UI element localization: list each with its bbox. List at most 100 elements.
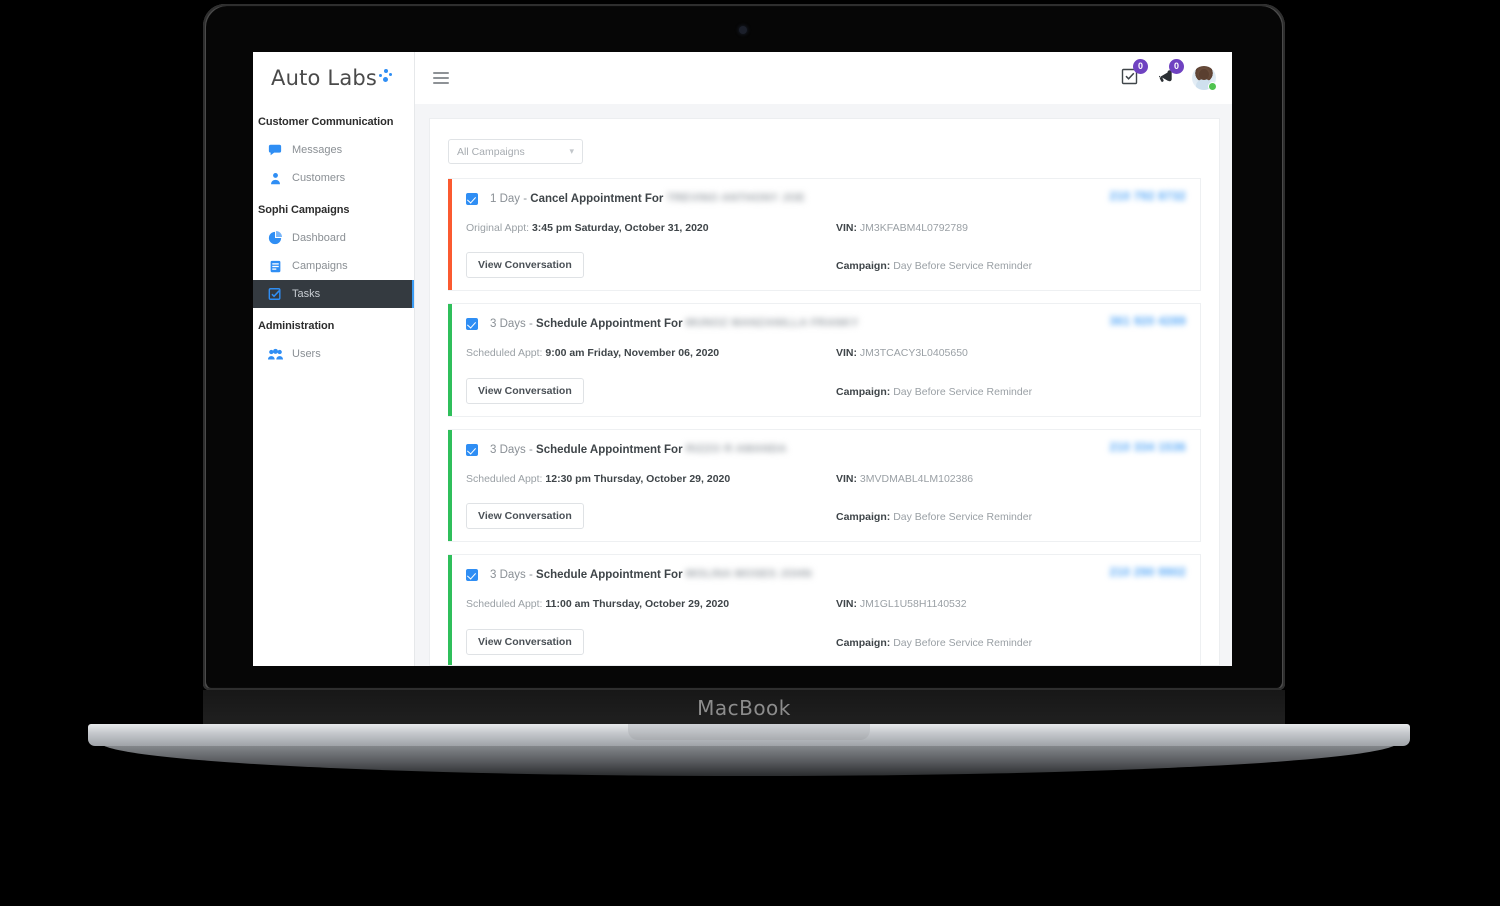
task-card-body: 3 Days - Schedule Appointment For MUNOZ … [452, 304, 1200, 415]
task-phone-link[interactable]: 210 334 1536 [1110, 442, 1186, 454]
tasks-badge: 0 [1133, 58, 1148, 74]
sidebar-item-campaigns[interactable]: Campaigns [253, 252, 414, 280]
users-icon [267, 346, 283, 362]
sidebar-item-label: Users [292, 348, 321, 360]
task-campaign-label: Campaign: [836, 636, 891, 649]
sidebar-item-users[interactable]: Users [253, 340, 414, 368]
topbar: 0 0 [415, 52, 1232, 104]
sidebar-item-label: Messages [292, 144, 343, 156]
sidebar-item-tasks[interactable]: Tasks [253, 280, 414, 308]
macbook-mockup: Auto Labs Customer Communication Message… [0, 0, 1500, 906]
task-title: 1 Day - Cancel Appointment For TREVINO A… [490, 192, 805, 205]
task-campaign: Campaign: Day Before Service Reminder [836, 510, 1186, 526]
task-vin-label: VIN: [836, 347, 857, 360]
task-vin: VIN: 3MVDMABL4LM102386 [836, 472, 1186, 488]
view-conversation-button[interactable]: View Conversation [466, 377, 584, 404]
nav-section-sophi-campaigns: Sophi Campaigns Dashboard Campaigns Task… [253, 192, 414, 308]
task-campaign-value: Day Before Service Reminder [893, 636, 1033, 649]
task-checkbox[interactable] [466, 193, 478, 205]
tasks-button[interactable]: 0 [1120, 58, 1148, 91]
task-checkbox[interactable] [466, 318, 478, 331]
sidebar-item-label: Customers [292, 172, 346, 184]
task-campaign-label: Campaign: [836, 385, 891, 398]
nav-section-label: Administration [258, 320, 335, 332]
task-appointment: Scheduled Appt: 12:30 pm Thursday, Octob… [466, 472, 836, 488]
task-action: Cancel Appointment For [530, 193, 664, 205]
document-icon [267, 258, 283, 274]
task-checkbox[interactable] [466, 443, 478, 456]
task-vin-value: 3MVDMABL4LM102386 [859, 472, 974, 485]
campaign-filter-value: All Campaigns [457, 145, 525, 158]
task-customer-name: RIZZO R AMANDA [685, 442, 787, 455]
view-conversation-button[interactable]: View Conversation [466, 503, 584, 530]
task-vin-value: JM3TCACY3L0405650 [859, 347, 968, 360]
task-vin-value: JM3KFABM4L0792789 [859, 221, 968, 234]
view-conversation-button[interactable]: View Conversation [466, 628, 584, 655]
campaign-filter-select[interactable]: All Campaigns ▾ [448, 139, 583, 164]
task-appointment-label: Original Appt: [466, 221, 530, 234]
task-card-body: 3 Days - Schedule Appointment For MOLINA… [452, 555, 1200, 665]
app-screen: Auto Labs Customer Communication Message… [253, 52, 1232, 666]
task-phone-link[interactable]: 210 792 8732 [1110, 191, 1186, 203]
topbar-actions: 0 0 [1120, 58, 1217, 91]
webcam-icon [739, 26, 747, 34]
task-phone-link[interactable]: 361 920 4289 [1110, 316, 1186, 328]
task-phone-link[interactable]: 210 290 9902 [1110, 567, 1186, 579]
task-title: 3 Days - Schedule Appointment For RIZZO … [490, 442, 787, 456]
task-due: 3 Days [490, 318, 526, 331]
task-title: 3 Days - Schedule Appointment For MOLINA… [490, 568, 812, 582]
pie-chart-icon [267, 230, 283, 246]
sidebar-item-label: Dashboard [292, 232, 346, 244]
task-card: 3 Days - Schedule Appointment For RIZZO … [448, 428, 1201, 543]
task-card-body: 1 Day - Cancel Appointment For TREVINO A… [452, 179, 1200, 290]
content-area: All Campaigns ▾ 1 Day - Cancel Appointme… [415, 104, 1232, 666]
task-campaign-label: Campaign: [836, 511, 891, 524]
task-card: 3 Days - Schedule Appointment For MUNOZ … [448, 303, 1201, 417]
avatar[interactable] [1192, 66, 1217, 91]
task-appointment: Scheduled Appt: 9:00 am Friday, November… [466, 346, 836, 362]
task-action: Schedule Appointment For [536, 318, 683, 331]
task-campaign-value: Day Before Service Reminder [893, 260, 1033, 273]
task-vin: VIN: JM3TCACY3L0405650 [836, 346, 1186, 362]
brand-dots-icon [379, 68, 393, 88]
sidebar-item-label: Campaigns [292, 260, 348, 272]
sidebar-item-label: Tasks [292, 288, 321, 300]
brand-name: Auto Labs [271, 66, 378, 90]
announcements-button[interactable]: 0 [1156, 58, 1184, 91]
task-checkbox[interactable] [466, 569, 478, 582]
task-due: 3 Days [490, 569, 526, 582]
sidebar-item-customers[interactable]: Customers [253, 164, 414, 192]
task-title: 3 Days - Schedule Appointment For MUNOZ … [490, 317, 859, 331]
brand-logo: Auto Labs [253, 52, 414, 104]
task-card-body: 3 Days - Schedule Appointment For RIZZO … [452, 430, 1200, 541]
view-conversation-button[interactable]: View Conversation [466, 252, 584, 279]
task-list: 1 Day - Cancel Appointment For TREVINO A… [448, 178, 1201, 665]
person-icon [267, 170, 283, 186]
sidebar-item-dashboard[interactable]: Dashboard [253, 224, 414, 252]
task-campaign: Campaign: Day Before Service Reminder [836, 636, 1186, 652]
laptop-base-shadow [100, 742, 1398, 776]
task-appointment: Original Appt: 3:45 pm Saturday, October… [466, 221, 836, 237]
nav-section-label: Customer Communication [258, 116, 394, 128]
laptop-front-notch [628, 724, 870, 740]
main-column: 0 0 All Campaigns ▾ 1 Day - Cancel Appoi… [415, 52, 1232, 666]
task-vin-label: VIN: [836, 597, 857, 610]
task-due: 1 Day [490, 193, 521, 205]
task-campaign-label: Campaign: [836, 260, 891, 273]
task-appointment-label: Scheduled Appt: [466, 347, 543, 360]
task-campaign-value: Day Before Service Reminder [893, 511, 1033, 524]
task-card: 1 Day - Cancel Appointment For TREVINO A… [448, 178, 1201, 292]
nav-section-administration: Administration Users [253, 308, 414, 368]
sidebar: Auto Labs Customer Communication Message… [253, 52, 415, 666]
tasks-panel: All Campaigns ▾ 1 Day - Cancel Appointme… [429, 118, 1220, 666]
hamburger-icon[interactable] [433, 69, 449, 87]
task-vin-label: VIN: [836, 221, 857, 234]
macbook-wordmark: MacBook [697, 696, 791, 720]
task-action: Schedule Appointment For [536, 443, 683, 456]
task-appointment-label: Scheduled Appt: [466, 472, 543, 485]
sidebar-item-messages[interactable]: Messages [253, 136, 414, 164]
task-customer-name: TREVINO ANTHONY JOE [666, 192, 805, 204]
task-vin-value: JM1GL1U58H1140532 [859, 597, 967, 610]
announcements-badge: 0 [1169, 58, 1184, 74]
task-appointment-value: 3:45 pm Saturday, October 31, 2020 [531, 221, 709, 234]
